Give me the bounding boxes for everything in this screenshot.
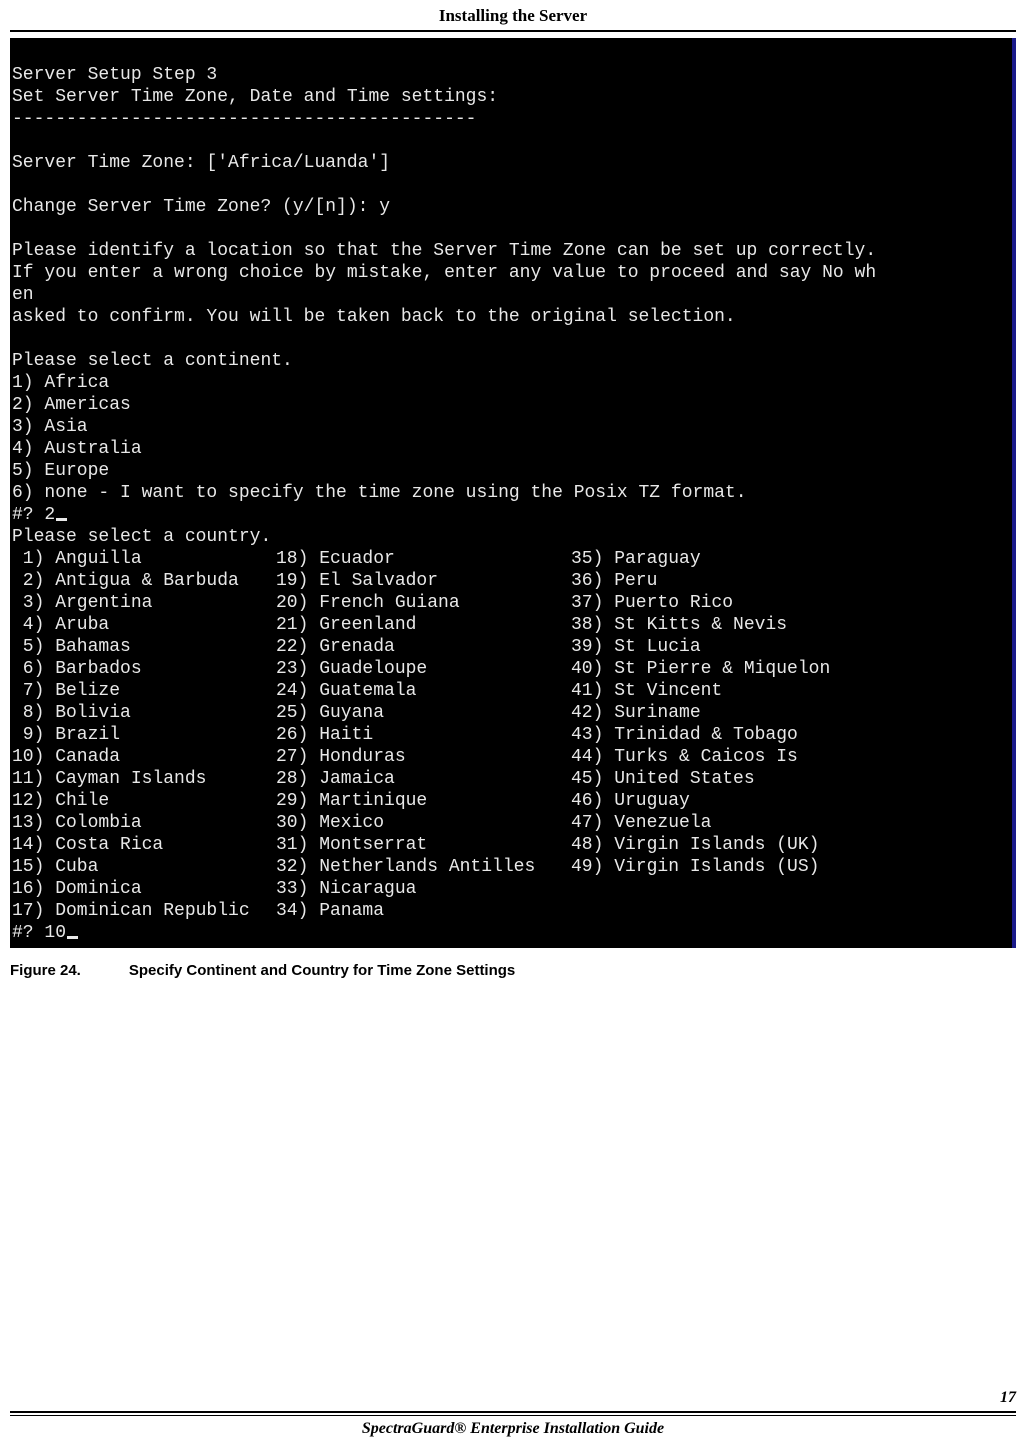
terminal-para2: If you enter a wrong choice by mistake, … — [12, 263, 876, 283]
terminal-continent-option: 4) Australia — [12, 439, 142, 459]
terminal-country-option: 11) Cayman Islands — [12, 769, 206, 789]
terminal-country-columns: 1) Anguilla 2) Antigua & Barbuda 3) Arge… — [12, 548, 1010, 922]
terminal-country-prompt: Please select a country. — [12, 527, 271, 547]
figure-caption: Figure 24. Specify Continent and Country… — [10, 962, 1016, 979]
terminal-tz-line: Server Time Zone: ['Africa/Luanda'] — [12, 153, 390, 173]
terminal-continent-option: 5) Europe — [12, 461, 109, 481]
terminal-change-prompt-line: Change Server Time Zone? (y/[n]): y — [12, 197, 390, 217]
figure-caption-label: Figure 24. — [10, 962, 81, 979]
terminal-country-option: 2) Antigua & Barbuda — [12, 571, 239, 591]
terminal-country-option: 47) Venezuela — [571, 813, 711, 833]
terminal-country-option: 38) St Kitts & Nevis — [571, 615, 787, 635]
terminal-continent-option: 6) none - I want to specify the time zon… — [12, 483, 747, 503]
terminal-country-option: 37) Puerto Rico — [571, 593, 733, 613]
cursor-icon — [67, 936, 78, 939]
terminal-country-option: 32) Netherlands Antilles — [276, 857, 535, 877]
terminal-continent-option: 2) Americas — [12, 395, 131, 415]
terminal-country-option: 19) El Salvador — [276, 571, 438, 591]
terminal-country-option: 12) Chile — [12, 791, 109, 811]
footer-divider-thick — [10, 1411, 1016, 1413]
terminal-country-option: 21) Greenland — [276, 615, 416, 635]
cursor-icon — [56, 518, 67, 521]
terminal-change-prompt: Change Server Time Zone? (y/[n]): — [12, 197, 379, 217]
terminal-country-option: 13) Colombia — [12, 813, 142, 833]
terminal-country-option: 20) French Guiana — [276, 593, 460, 613]
page-header-title: Installing the Server — [10, 0, 1016, 30]
terminal-country-option: 5) Bahamas — [12, 637, 131, 657]
terminal-continent-input-value[interactable]: 2 — [44, 505, 55, 525]
terminal-country-option: 26) Haiti — [276, 725, 373, 745]
terminal-continent-input-line: #? 2 — [12, 505, 67, 525]
terminal-para4: asked to confirm. You will be taken back… — [12, 307, 736, 327]
terminal-country-option: 35) Paraguay — [571, 549, 701, 569]
terminal-country-input-prompt: #? — [12, 923, 44, 943]
terminal-country-option: 45) United States — [571, 769, 755, 789]
terminal-blank — [12, 175, 23, 195]
terminal-country-option: 4) Aruba — [12, 615, 109, 635]
terminal-country-option: 6) Barbados — [12, 659, 142, 679]
terminal-country-option: 33) Nicaragua — [276, 879, 416, 899]
terminal-country-option: 46) Uruguay — [571, 791, 690, 811]
terminal-country-option: 16) Dominica — [12, 879, 142, 899]
terminal-subtitle: Set Server Time Zone, Date and Time sett… — [12, 87, 498, 107]
terminal-country-option: 31) Montserrat — [276, 835, 427, 855]
terminal-country-option: 25) Guyana — [276, 703, 384, 723]
terminal-country-input-line: #? 10 — [12, 923, 78, 943]
terminal-blank — [12, 131, 23, 151]
terminal-blank — [12, 329, 23, 349]
terminal-country-option: 23) Guadeloupe — [276, 659, 427, 679]
header-divider — [10, 30, 1016, 32]
terminal-country-option: 9) Brazil — [12, 725, 120, 745]
terminal-step-line: Server Setup Step 3 — [12, 65, 217, 85]
terminal-continent-prompt: Please select a continent. — [12, 351, 293, 371]
terminal-change-answer[interactable]: y — [379, 197, 390, 217]
terminal-country-option: 40) St Pierre & Miquelon — [571, 659, 830, 679]
footer-guide-title: SpectraGuard® Enterprise Installation Gu… — [10, 1420, 1016, 1438]
page-number: 17 — [1000, 1389, 1016, 1407]
terminal-country-col2: 18) Ecuador 19) El Salvador 20) French G… — [276, 548, 571, 922]
terminal-country-option: 48) Virgin Islands (UK) — [571, 835, 819, 855]
terminal-country-option: 41) St Vincent — [571, 681, 722, 701]
terminal-continent-option: 3) Asia — [12, 417, 88, 437]
terminal-country-option: 22) Grenada — [276, 637, 395, 657]
terminal-country-option: 44) Turks & Caicos Is — [571, 747, 798, 767]
terminal-country-option: 28) Jamaica — [276, 769, 395, 789]
terminal-country-option: 7) Belize — [12, 681, 120, 701]
terminal-country-option: 18) Ecuador — [276, 549, 395, 569]
terminal-divider: ----------------------------------------… — [12, 109, 476, 129]
terminal-country-option: 8) Bolivia — [12, 703, 131, 723]
terminal-screenshot: Server Setup Step 3 Set Server Time Zone… — [10, 38, 1016, 948]
terminal-country-option: 42) Suriname — [571, 703, 701, 723]
terminal-country-col1: 1) Anguilla 2) Antigua & Barbuda 3) Arge… — [12, 548, 276, 922]
terminal-blank — [12, 219, 23, 239]
terminal-para1: Please identify a location so that the S… — [12, 241, 876, 261]
terminal-country-option: 30) Mexico — [276, 813, 384, 833]
terminal-country-option: 49) Virgin Islands (US) — [571, 857, 819, 877]
terminal-country-col3: 35) Paraguay 36) Peru 37) Puerto Rico 38… — [571, 548, 830, 922]
terminal-country-option: 15) Cuba — [12, 857, 98, 877]
terminal-country-option: 29) Martinique — [276, 791, 427, 811]
terminal-country-option: 24) Guatemala — [276, 681, 416, 701]
terminal-country-option: 17) Dominican Republic — [12, 901, 250, 921]
terminal-country-option: 1) Anguilla — [12, 549, 142, 569]
terminal-country-option: 34) Panama — [276, 901, 384, 921]
terminal-country-option: 10) Canada — [12, 747, 120, 767]
terminal-country-option: 3) Argentina — [12, 593, 152, 613]
terminal-country-option: 36) Peru — [571, 571, 657, 591]
terminal-continent-option: 1) Africa — [12, 373, 109, 393]
terminal-para3: en — [12, 285, 34, 305]
terminal-country-option: 39) St Lucia — [571, 637, 701, 657]
figure-caption-text: Specify Continent and Country for Time Z… — [129, 962, 515, 979]
footer-divider-thin — [10, 1415, 1016, 1416]
page-footer: 17 SpectraGuard® Enterprise Installation… — [10, 1411, 1016, 1438]
terminal-continent-input-prompt: #? — [12, 505, 44, 525]
terminal-country-input-value[interactable]: 10 — [44, 923, 66, 943]
terminal-country-option: 27) Honduras — [276, 747, 406, 767]
terminal-country-option: 14) Costa Rica — [12, 835, 163, 855]
terminal-country-option: 43) Trinidad & Tobago — [571, 725, 798, 745]
